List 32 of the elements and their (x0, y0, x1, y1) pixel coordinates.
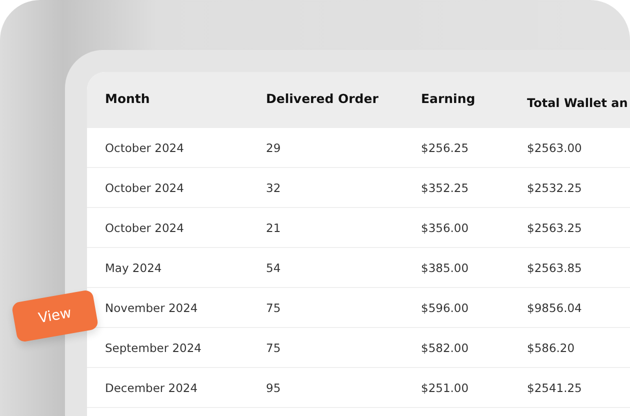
table-cell-text: $9856.04 (527, 300, 583, 314)
table-cell-text: $586.20 (527, 340, 576, 354)
table-cell-text: $385.00 (421, 260, 470, 274)
table-cell-text: 54 (266, 260, 282, 274)
column-header: Total Wallet an (527, 96, 629, 110)
table-cell-text: October 2024 (105, 140, 185, 154)
table-cell-text: September 2024 (105, 340, 202, 354)
table-cell-text: $356.00 (421, 220, 470, 234)
table-cell-text: 29 (266, 140, 282, 154)
table-cell-text: $2563.00 (527, 140, 583, 154)
table-cell-text: October 2024 (105, 180, 185, 194)
table-cell-text: November 2024 (105, 300, 199, 314)
table-cell-text: $2532.25 (527, 180, 583, 194)
table-cell-text: $596.00 (421, 300, 470, 314)
table-cell-text: $582.00 (421, 340, 470, 354)
table-cell-text: 75 (266, 340, 282, 354)
table-cell-text: $2563.85 (527, 260, 583, 274)
column-header: Delivered Order (266, 90, 380, 106)
table-cell-text: $251.00 (421, 380, 470, 394)
table-cell-text: 21 (266, 220, 282, 234)
table-cell-text: $256.25 (421, 140, 470, 154)
table-cell-text: October 2024 (105, 220, 185, 234)
table-cell-text: December 2024 (105, 380, 199, 394)
table-cell-text: 95 (266, 380, 282, 394)
table-cell-text: May 2024 (105, 260, 163, 274)
table-cell-text: 32 (266, 180, 282, 194)
column-header: Month (105, 90, 151, 106)
table-cell-text: $2541.25 (527, 380, 583, 394)
table-cell-text: $352.25 (421, 180, 470, 194)
table-cell-text: $2563.25 (527, 220, 583, 234)
column-header: Earning (421, 90, 476, 106)
table-cell-text: 75 (266, 300, 282, 314)
